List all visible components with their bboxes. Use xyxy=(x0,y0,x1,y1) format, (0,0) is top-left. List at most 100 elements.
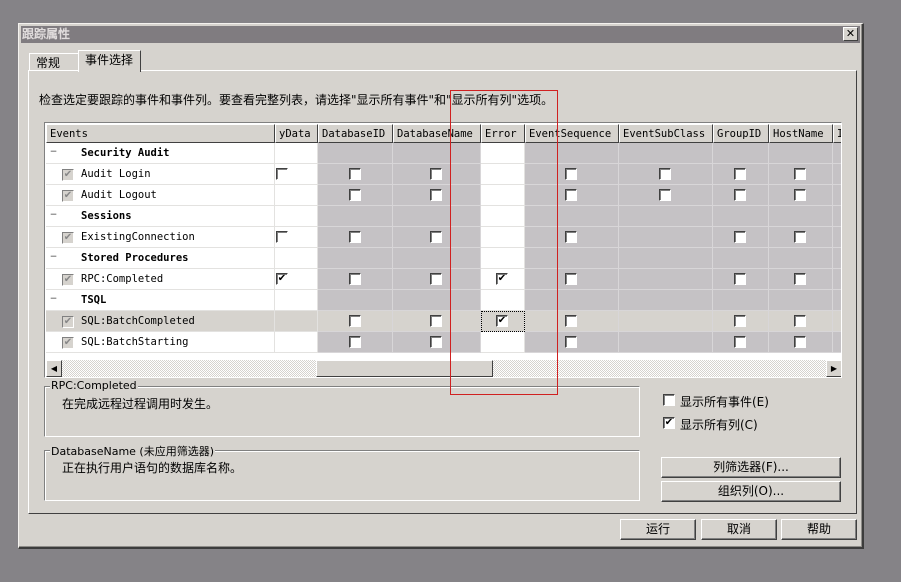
cell-ydata[interactable] xyxy=(275,227,318,248)
column-header-ydata[interactable]: yData xyxy=(275,124,318,143)
cell-ydata[interactable]: ✔ xyxy=(275,269,318,290)
scroll-left-button[interactable]: ◀ xyxy=(46,360,62,377)
column-checkbox-databaseid[interactable] xyxy=(349,189,361,201)
event-row[interactable]: ✔ SQL:BatchCompleted ✔ xyxy=(46,311,841,332)
event-row[interactable]: ✔ SQL:BatchStarting xyxy=(46,332,841,353)
cell-groupid[interactable] xyxy=(713,185,769,206)
column-checkbox-databasename[interactable] xyxy=(430,189,442,201)
cell-ydata[interactable] xyxy=(275,164,318,185)
event-row[interactable]: ✔ RPC:Completed ✔ ✔ xyxy=(46,269,841,290)
column-checkbox-groupid[interactable] xyxy=(734,336,746,348)
cell-databaseid[interactable] xyxy=(318,269,393,290)
cell-hostname[interactable] xyxy=(769,332,833,353)
column-header-databasename[interactable]: DatabaseName xyxy=(393,124,481,143)
show-all-events-checkbox[interactable] xyxy=(663,394,675,406)
column-checkbox-databasename[interactable] xyxy=(430,168,442,180)
column-checkbox-hostname[interactable] xyxy=(794,273,806,285)
event-name-cell[interactable]: − Security Audit xyxy=(46,143,275,164)
cell-databasename[interactable] xyxy=(393,332,481,353)
column-checkbox-eventsequence[interactable] xyxy=(565,273,577,285)
cell-eventsequence[interactable] xyxy=(525,311,619,332)
column-checkbox-ydata[interactable] xyxy=(276,231,288,243)
cell-databasename[interactable] xyxy=(393,227,481,248)
column-filters-button[interactable]: 列筛选器(F)... xyxy=(661,457,841,478)
cell-databaseid[interactable] xyxy=(318,311,393,332)
cell-groupid[interactable] xyxy=(713,164,769,185)
cell-hostname[interactable] xyxy=(769,311,833,332)
run-button[interactable]: 运行 xyxy=(620,519,696,540)
event-row[interactable]: ✔ Audit Login xyxy=(46,164,841,185)
column-checkbox-databasename[interactable] xyxy=(430,273,442,285)
column-checkbox-databaseid[interactable] xyxy=(349,336,361,348)
column-header-databaseid[interactable]: DatabaseID xyxy=(318,124,393,143)
event-name-cell[interactable]: ✔ Audit Login xyxy=(46,164,275,185)
column-checkbox-groupid[interactable] xyxy=(734,189,746,201)
event-name-cell[interactable]: ✔ Audit Logout xyxy=(46,185,275,206)
collapse-icon[interactable]: − xyxy=(49,295,58,305)
column-checkbox-eventsequence[interactable] xyxy=(565,231,577,243)
event-name-cell[interactable]: ✔ SQL:BatchStarting xyxy=(46,332,275,353)
cell-groupid[interactable] xyxy=(713,269,769,290)
cell-databasename[interactable] xyxy=(393,185,481,206)
column-checkbox-databasename[interactable] xyxy=(430,336,442,348)
cell-error[interactable]: ✔ xyxy=(481,269,525,290)
category-row[interactable]: − Sessions xyxy=(46,206,841,227)
cell-databaseid[interactable] xyxy=(318,164,393,185)
tab-events-selection[interactable]: 事件选择 xyxy=(78,50,141,72)
event-row[interactable]: ✔ Audit Logout xyxy=(46,185,841,206)
event-checkbox[interactable]: ✔ xyxy=(62,190,74,202)
column-checkbox-databaseid[interactable] xyxy=(349,231,361,243)
column-header-events[interactable]: Events xyxy=(46,124,275,143)
column-checkbox-databaseid[interactable] xyxy=(349,168,361,180)
cell-eventsequence[interactable] xyxy=(525,269,619,290)
column-checkbox-eventsequence[interactable] xyxy=(565,315,577,327)
event-name-cell[interactable]: − TSQL xyxy=(46,290,275,311)
column-checkbox-groupid[interactable] xyxy=(734,315,746,327)
column-checkbox-hostname[interactable] xyxy=(794,315,806,327)
event-checkbox[interactable]: ✔ xyxy=(62,337,74,349)
column-header-i[interactable]: I xyxy=(833,124,841,143)
collapse-icon[interactable]: − xyxy=(49,253,58,263)
column-header-groupid[interactable]: GroupID xyxy=(713,124,769,143)
cell-databaseid[interactable] xyxy=(318,227,393,248)
column-checkbox-eventsequence[interactable] xyxy=(565,189,577,201)
column-checkbox-hostname[interactable] xyxy=(794,168,806,180)
collapse-icon[interactable]: − xyxy=(49,148,58,158)
cell-eventsequence[interactable] xyxy=(525,227,619,248)
column-checkbox-databaseid[interactable] xyxy=(349,315,361,327)
event-name-cell[interactable]: ✔ SQL:BatchCompleted xyxy=(46,311,275,332)
column-checkbox-eventsequence[interactable] xyxy=(565,168,577,180)
column-checkbox-hostname[interactable] xyxy=(794,189,806,201)
collapse-icon[interactable]: − xyxy=(49,211,58,221)
cell-groupid[interactable] xyxy=(713,311,769,332)
column-checkbox-hostname[interactable] xyxy=(794,231,806,243)
cell-groupid[interactable] xyxy=(713,227,769,248)
cell-databaseid[interactable] xyxy=(318,185,393,206)
cell-eventsequence[interactable] xyxy=(525,185,619,206)
category-row[interactable]: − TSQL xyxy=(46,290,841,311)
cell-databasename[interactable] xyxy=(393,269,481,290)
column-header-eventsequence[interactable]: EventSequence xyxy=(525,124,619,143)
column-checkbox-eventsubclass[interactable] xyxy=(659,168,671,180)
column-checkbox-databasename[interactable] xyxy=(430,315,442,327)
cell-databasename[interactable] xyxy=(393,164,481,185)
tab-general[interactable]: 常规 xyxy=(29,53,79,71)
category-row[interactable]: − Stored Procedures xyxy=(46,248,841,269)
event-checkbox[interactable]: ✔ xyxy=(62,169,74,181)
cell-databaseid[interactable] xyxy=(318,332,393,353)
event-name-cell[interactable]: ✔ RPC:Completed xyxy=(46,269,275,290)
event-name-cell[interactable]: − Stored Procedures xyxy=(46,248,275,269)
organize-columns-button[interactable]: 组织列(O)... xyxy=(661,481,841,502)
cell-databasename[interactable] xyxy=(393,311,481,332)
cell-eventsequence[interactable] xyxy=(525,332,619,353)
column-checkbox-eventsubclass[interactable] xyxy=(659,189,671,201)
show-all-columns-checkbox[interactable]: ✔ xyxy=(663,417,675,429)
column-checkbox-eventsequence[interactable] xyxy=(565,336,577,348)
cell-eventsubclass[interactable] xyxy=(619,164,713,185)
close-button[interactable]: ✕ xyxy=(843,27,858,41)
column-checkbox-ydata[interactable] xyxy=(276,168,288,180)
cell-eventsubclass[interactable] xyxy=(619,185,713,206)
event-row[interactable]: ✔ ExistingConnection xyxy=(46,227,841,248)
column-checkbox-ydata[interactable]: ✔ xyxy=(276,273,288,285)
cancel-button[interactable]: 取消 xyxy=(701,519,777,540)
